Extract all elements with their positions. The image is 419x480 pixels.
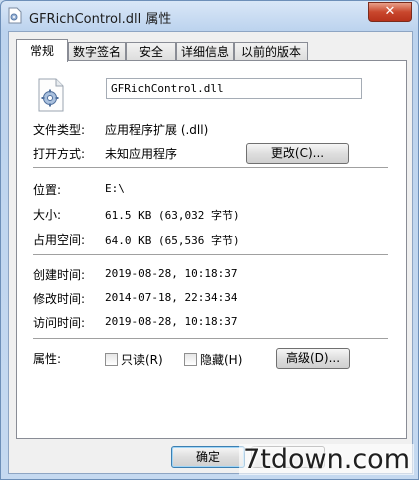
general-panel: GFRichControl.dll 文件类型: 应用程序扩展 (.dll) 打开… [16, 60, 407, 439]
hidden-checkbox-box[interactable] [184, 353, 197, 366]
gear-document-icon [38, 78, 64, 112]
close-icon: ✕ [384, 4, 396, 19]
tab-previous-versions[interactable]: 以前的版本 [234, 42, 308, 61]
location-value: E:\ [105, 182, 125, 195]
divider [33, 338, 388, 340]
change-button[interactable]: 更改(C)... [246, 143, 349, 164]
open-with-value: 未知应用程序 [105, 147, 178, 161]
dll-file-icon [8, 7, 22, 24]
accessed-value: 2019-08-28, 10:18:37 [105, 315, 238, 328]
file-name-field[interactable]: GFRichControl.dll [106, 78, 362, 99]
created-label: 创建时间: [33, 268, 86, 282]
divider [33, 167, 388, 169]
created-value: 2019-08-28, 10:18:37 [105, 267, 238, 280]
readonly-checkbox[interactable]: 只读(R) [105, 351, 163, 367]
divider [33, 254, 388, 256]
attributes-label: 属性: [33, 352, 62, 366]
tab-details[interactable]: 详细信息 [176, 42, 234, 61]
size-on-disk-label: 占用空间: [33, 233, 86, 247]
file-type-label: 文件类型: [33, 123, 86, 137]
file-type-value: 应用程序扩展 (.dll) [105, 123, 209, 137]
site-watermark: 7tdown.com [239, 444, 414, 475]
advanced-button[interactable]: 高级(D)... [276, 348, 350, 369]
readonly-checkbox-box[interactable] [105, 353, 118, 366]
properties-window: GFRichControl.dll 属性 ✕ 常规 数字签名 安全 详细信息 以… [0, 0, 419, 480]
window-title: GFRichControl.dll 属性 [29, 12, 172, 27]
location-label: 位置: [33, 183, 62, 197]
open-with-label: 打开方式: [33, 147, 86, 161]
size-value: 61.5 KB (63,032 字节) [105, 209, 240, 222]
tab-digital-signatures[interactable]: 数字签名 [68, 42, 126, 61]
size-label: 大小: [33, 208, 62, 222]
readonly-label: 只读(R) [121, 353, 163, 367]
close-button[interactable]: ✕ [368, 2, 412, 22]
dialog-body: 常规 数字签名 安全 详细信息 以前的版本 GFRichControl.dll … [8, 31, 413, 474]
modified-label: 修改时间: [33, 292, 86, 306]
size-on-disk-value: 64.0 KB (65,536 字节) [105, 234, 240, 247]
hidden-label: 隐藏(H) [200, 353, 243, 367]
accessed-label: 访问时间: [33, 316, 86, 330]
ok-button[interactable]: 确定 [171, 446, 245, 468]
tab-general[interactable]: 常规 [16, 39, 68, 62]
modified-value: 2014-07-18, 22:34:34 [105, 291, 238, 304]
tab-security[interactable]: 安全 [126, 42, 176, 61]
title-bar[interactable]: GFRichControl.dll 属性 ✕ [1, 1, 418, 31]
hidden-checkbox[interactable]: 隐藏(H) [184, 351, 242, 367]
